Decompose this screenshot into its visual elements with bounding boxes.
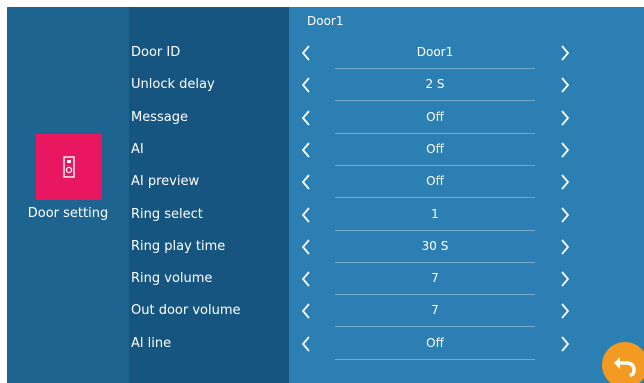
value-underline bbox=[335, 164, 535, 166]
next-value-button[interactable] bbox=[554, 105, 576, 131]
previous-value-button[interactable] bbox=[295, 331, 317, 357]
setting-value: Off bbox=[426, 141, 444, 156]
chevron-left-icon bbox=[301, 239, 310, 255]
previous-value-button[interactable] bbox=[295, 72, 317, 98]
value-underline bbox=[335, 100, 535, 102]
setting-row: Al line Off bbox=[7, 329, 644, 361]
setting-row: Ring play time 30 S bbox=[7, 232, 644, 264]
next-value-button[interactable] bbox=[554, 72, 576, 98]
chevron-right-icon bbox=[561, 206, 570, 223]
value-underline bbox=[335, 132, 535, 134]
setting-label: Door ID bbox=[131, 45, 181, 60]
setting-label: Ring volume bbox=[131, 271, 213, 287]
chevron-left-icon bbox=[301, 110, 310, 126]
setting-value: Off bbox=[426, 109, 444, 124]
setting-value: Off bbox=[426, 335, 444, 350]
chevron-right-icon bbox=[561, 336, 570, 352]
setting-row: Door ID Door1 bbox=[7, 38, 644, 70]
setting-label: Unlock delay bbox=[131, 77, 215, 93]
value-underline bbox=[335, 358, 535, 360]
chevron-left-icon bbox=[301, 303, 310, 319]
next-value-button[interactable] bbox=[554, 234, 576, 260]
setting-label: Message bbox=[131, 109, 188, 125]
chevron-left-icon bbox=[301, 142, 310, 158]
next-value-button[interactable] bbox=[554, 266, 576, 292]
chevron-left-icon bbox=[301, 174, 310, 190]
next-value-button[interactable] bbox=[554, 298, 576, 324]
setting-row: Ring volume 7 bbox=[7, 264, 644, 296]
value-underline bbox=[335, 229, 535, 231]
setting-row: Out door volume 7 bbox=[7, 296, 644, 328]
setting-row: AI Off bbox=[7, 135, 644, 167]
chevron-right-icon bbox=[561, 174, 570, 190]
previous-value-button[interactable] bbox=[295, 40, 317, 66]
chevron-right-icon bbox=[561, 239, 570, 255]
chevron-right-icon bbox=[561, 77, 570, 93]
setting-label: Ring select bbox=[131, 206, 203, 222]
setting-label: Ring play time bbox=[131, 238, 226, 254]
previous-value-button[interactable] bbox=[295, 169, 317, 195]
chevron-right-icon bbox=[561, 110, 570, 126]
setting-row: Message Off bbox=[7, 103, 644, 135]
back-arrow-icon bbox=[614, 357, 636, 377]
next-value-button[interactable] bbox=[554, 202, 576, 228]
setting-value: 1 bbox=[431, 206, 439, 221]
previous-value-button[interactable] bbox=[295, 234, 317, 260]
next-value-button[interactable] bbox=[554, 137, 576, 163]
previous-value-button[interactable] bbox=[295, 298, 317, 324]
previous-value-button[interactable] bbox=[295, 202, 317, 228]
chevron-left-icon bbox=[301, 336, 310, 352]
setting-label: Out door volume bbox=[131, 303, 241, 319]
setting-label: Al line bbox=[131, 335, 172, 351]
setting-row: Ring select 1 bbox=[7, 200, 644, 232]
value-underline bbox=[335, 261, 535, 263]
value-underline bbox=[335, 326, 535, 328]
back-button[interactable] bbox=[602, 342, 644, 383]
setting-row: Unlock delay 2 S bbox=[7, 70, 644, 102]
chevron-left-icon bbox=[301, 45, 310, 61]
setting-value: 30 S bbox=[421, 238, 449, 253]
previous-value-button[interactable] bbox=[295, 105, 317, 131]
chevron-left-icon bbox=[301, 271, 310, 287]
next-value-button[interactable] bbox=[554, 331, 576, 357]
value-underline bbox=[335, 294, 535, 296]
next-value-button[interactable] bbox=[554, 40, 576, 66]
chevron-left-icon bbox=[301, 77, 310, 93]
setting-value: Door1 bbox=[416, 45, 454, 59]
chevron-right-icon bbox=[561, 303, 570, 319]
setting-label: AI preview bbox=[131, 174, 200, 190]
setting-row: AI preview Off bbox=[7, 167, 644, 199]
settings-screen: Door1 Door setting Door ID Door1 Unlock de… bbox=[7, 7, 644, 383]
page-title: Door1 bbox=[307, 14, 344, 28]
chevron-right-icon bbox=[561, 45, 570, 61]
previous-value-button[interactable] bbox=[295, 266, 317, 292]
setting-value: 2 S bbox=[425, 77, 445, 92]
setting-label: AI bbox=[131, 141, 144, 157]
setting-value: Off bbox=[426, 174, 444, 189]
value-underline bbox=[335, 197, 535, 199]
next-value-button[interactable] bbox=[554, 169, 576, 195]
chevron-right-icon bbox=[561, 142, 570, 158]
chevron-right-icon bbox=[561, 271, 570, 287]
setting-value: 7 bbox=[431, 303, 439, 318]
chevron-left-icon bbox=[301, 206, 310, 223]
setting-value: 7 bbox=[431, 271, 439, 286]
value-underline bbox=[335, 68, 535, 69]
previous-value-button[interactable] bbox=[295, 137, 317, 163]
